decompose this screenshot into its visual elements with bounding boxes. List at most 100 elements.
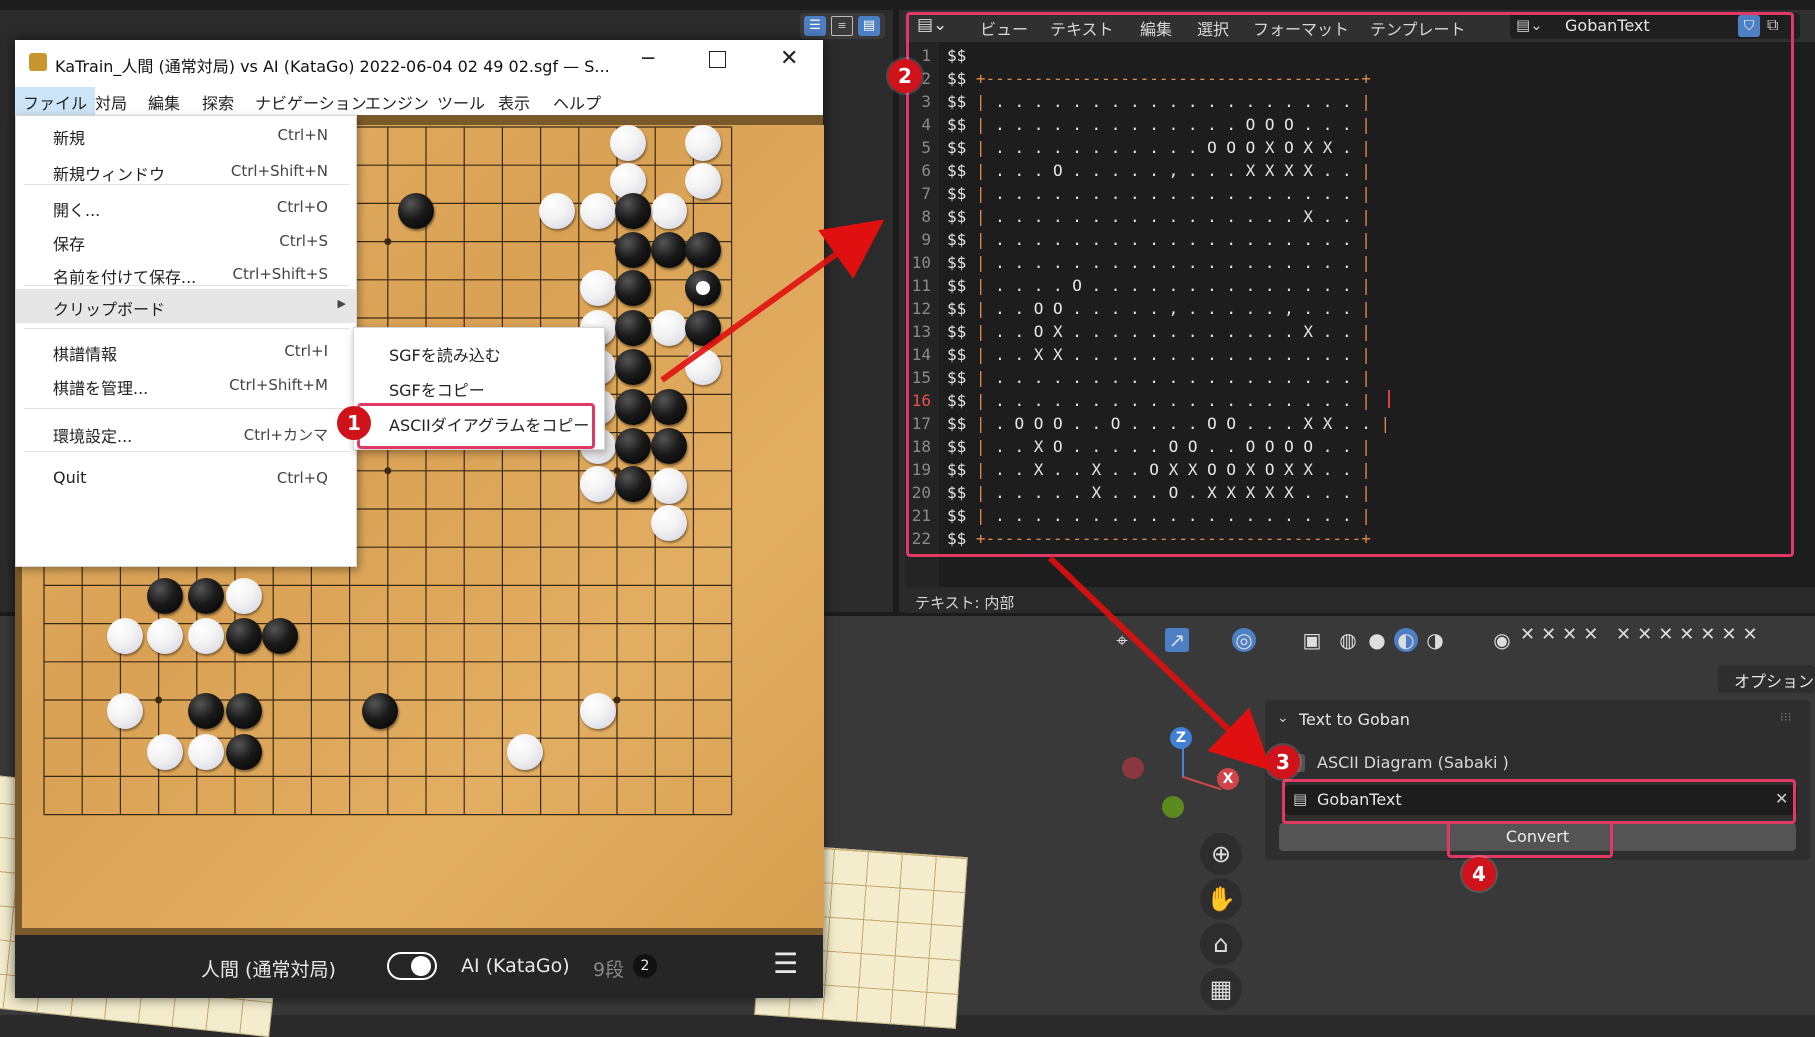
black-stone[interactable] (651, 232, 687, 268)
white-stone[interactable] (651, 193, 687, 229)
menu-game[interactable]: 対局 (95, 90, 127, 114)
xray-icon[interactable]: ▣ (1300, 628, 1324, 652)
menu-help[interactable]: ヘルプ (553, 90, 601, 114)
file-menu-item-label: Quit (53, 468, 87, 487)
black-stone[interactable] (615, 466, 651, 502)
file-menu-item[interactable]: 新規 Ctrl+N (16, 118, 356, 152)
white-stone[interactable] (147, 618, 183, 654)
rendered-shading-icon[interactable]: ◑ (1423, 628, 1447, 652)
menu-display[interactable]: 表示 (498, 90, 530, 114)
zoom-icon[interactable]: ⊕ (1200, 833, 1242, 875)
ortho-grid-icon[interactable]: ▦ (1200, 968, 1242, 1010)
white-stone[interactable] (107, 618, 143, 654)
black-stone[interactable] (615, 193, 651, 229)
black-stone[interactable] (188, 693, 224, 729)
file-menu-item[interactable]: 新規ウィンドウ Ctrl+Shift+N (16, 154, 356, 188)
black-stone[interactable] (226, 734, 262, 770)
maximize-icon[interactable] (709, 51, 726, 68)
layout-icon-group[interactable]: ☰ ≡ ▤ (800, 13, 885, 39)
step-badge-1: 1 (337, 406, 371, 440)
menu-tools[interactable]: ツール (437, 90, 485, 114)
material-shading-icon[interactable]: ◐ (1394, 628, 1418, 652)
gizmo-icon[interactable]: ↗ (1165, 628, 1189, 652)
black-stone[interactable] (615, 428, 651, 464)
gizmo-neg-x-icon[interactable] (1122, 757, 1144, 779)
solid-shading-icon[interactable]: ● (1365, 628, 1389, 652)
menu-file[interactable]: ファイル (15, 87, 96, 117)
white-stone[interactable] (651, 310, 687, 346)
close-icon[interactable]: ✕ (780, 46, 798, 71)
pan-hand-icon[interactable]: ✋ (1200, 878, 1242, 920)
white-stone[interactable] (580, 693, 616, 729)
clipboard-submenu-item[interactable]: SGFをコピー (389, 377, 485, 401)
white-stone[interactable] (539, 193, 575, 229)
white-stone[interactable] (107, 693, 143, 729)
minimize-icon[interactable]: ─ (642, 46, 654, 70)
file-menu-item[interactable]: 保存 Ctrl+S (16, 224, 356, 258)
panel-drag-handle-icon[interactable]: ⁝⁝⁝ (1780, 710, 1791, 724)
white-stone[interactable] (580, 193, 616, 229)
black-stone[interactable] (615, 232, 651, 268)
black-stone[interactable] (362, 693, 398, 729)
mode-toggle[interactable] (387, 952, 437, 980)
file-menu-item[interactable]: Quit Ctrl+Q (16, 461, 356, 495)
visibility-eye-icon[interactable]: ◉ (1490, 628, 1514, 652)
black-stone[interactable] (651, 389, 687, 425)
black-stone[interactable] (147, 578, 183, 614)
file-menu-item[interactable]: 棋譜情報 Ctrl+I (16, 334, 356, 368)
black-stone[interactable] (226, 693, 262, 729)
menu-edit[interactable]: 編集 (148, 90, 180, 114)
black-stone[interactable] (685, 310, 721, 346)
black-stone[interactable] (615, 270, 651, 306)
katrain-titlebar[interactable]: KaTrain_人間 (通常対局) vs AI (KataGo) 2022-06… (15, 40, 823, 87)
black-stone[interactable] (226, 618, 262, 654)
white-stone[interactable] (188, 734, 224, 770)
black-stone[interactable] (685, 232, 721, 268)
white-stone[interactable] (147, 734, 183, 770)
white-stone[interactable] (651, 468, 687, 504)
white-stone[interactable] (507, 734, 543, 770)
menu-explore[interactable]: 探索 (202, 90, 234, 114)
text-view-icon[interactable]: ▤ (858, 16, 880, 36)
overlay-icon[interactable]: ◎ (1232, 628, 1256, 652)
file-menu-item[interactable]: 環境設定... Ctrl+カンマ (16, 416, 356, 450)
file-menu-item[interactable]: 棋譜を管理... Ctrl+Shift+M (16, 368, 356, 402)
gizmo-y-icon[interactable] (1162, 796, 1184, 818)
last-move-black-stone[interactable] (685, 270, 721, 306)
white-stone[interactable] (610, 125, 646, 161)
file-menu-item[interactable]: クリップボード ▶ (16, 289, 356, 323)
black-stone[interactable] (615, 349, 651, 385)
hamburger-menu-icon[interactable]: ☰ (773, 947, 798, 980)
white-stone[interactable] (685, 349, 721, 385)
wireframe-shading-icon[interactable]: ◍ (1336, 628, 1360, 652)
camera-icon[interactable]: ⌂ (1200, 923, 1242, 965)
black-stone[interactable] (262, 618, 298, 654)
black-stone[interactable] (188, 578, 224, 614)
gizmo-x-icon[interactable]: X (1217, 768, 1239, 790)
selectability-icon[interactable]: ⌖ (1110, 628, 1134, 652)
black-stone[interactable] (651, 428, 687, 464)
white-stone[interactable] (685, 163, 721, 199)
white-stone[interactable] (188, 618, 224, 654)
area-splitter[interactable] (893, 10, 899, 615)
panel-collapse-icon[interactable]: ⌄ (1277, 710, 1289, 726)
file-menu-item[interactable]: 開く... Ctrl+O (16, 190, 356, 224)
white-stone[interactable] (226, 578, 262, 614)
clipboard-submenu-item[interactable]: SGFを読み込む (389, 342, 501, 366)
menu-navigation[interactable]: ナビゲーション (255, 90, 367, 114)
white-stone[interactable] (580, 270, 616, 306)
black-stone[interactable] (398, 193, 434, 229)
black-stone[interactable] (615, 310, 651, 346)
gizmo-z-icon[interactable]: Z (1170, 727, 1192, 749)
white-stone[interactable] (651, 505, 687, 541)
menu-engine[interactable]: エンジン (365, 90, 429, 114)
list-view-icon[interactable]: ☰ (804, 16, 826, 36)
white-stone[interactable] (685, 125, 721, 161)
black-stone[interactable] (615, 389, 651, 425)
white-stone[interactable] (580, 466, 616, 502)
options-button[interactable]: オプション (1718, 665, 1815, 693)
document-view-icon[interactable]: ≡ (831, 16, 853, 36)
panel-header[interactable]: Text to Goban (1299, 710, 1410, 729)
rank-label: 9段 (593, 959, 625, 981)
step-badge-4: 4 (1462, 857, 1496, 891)
